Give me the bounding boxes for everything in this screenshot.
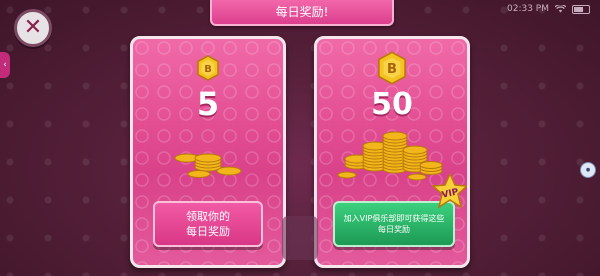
side-widget-button[interactable]: ● (580, 162, 596, 178)
reward-amount: 50 (371, 87, 413, 122)
background-plate (282, 216, 318, 260)
status-time: 02:33 PM (507, 4, 549, 14)
reward-amount: 5 (196, 85, 220, 123)
claim-reward-button[interactable]: 领取你的 每日奖励 (153, 201, 263, 247)
join-vip-button-label: 加入VIP俱乐部即可获得这些每日奖励 (343, 214, 445, 234)
coin-pile-small (174, 153, 242, 178)
side-drawer-handle[interactable]: ‹ (0, 52, 10, 78)
status-bar: 02:33 PM (507, 4, 590, 14)
coin-glyph: B (387, 62, 397, 77)
wifi-icon (555, 5, 566, 13)
reward-card-vip: B 50 加入VIP俱乐部即可获得这些每日奖励 VIP (314, 36, 470, 268)
coin-icon: B (197, 55, 219, 81)
vip-star-icon: VIP (431, 173, 467, 209)
claim-button-line1: 领取你的 (186, 210, 230, 223)
coin-icon: B (378, 51, 406, 85)
claim-button-line2: 每日奖励 (186, 225, 230, 238)
close-icon: ✕ (23, 15, 43, 40)
side-widget-icon: ● (585, 167, 591, 173)
battery-icon (572, 4, 590, 14)
coin-glyph: B (204, 64, 212, 75)
arrow-left-icon: ‹ (3, 60, 7, 70)
reward-card-free: B 5 领取你的 每日奖励 (130, 36, 286, 268)
close-button[interactable]: ✕ (14, 9, 52, 47)
page-title: 每日奖励! (210, 0, 394, 26)
